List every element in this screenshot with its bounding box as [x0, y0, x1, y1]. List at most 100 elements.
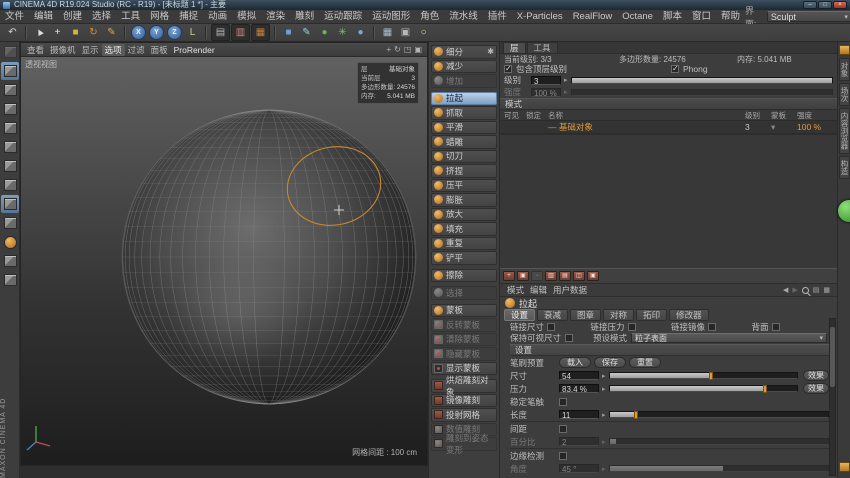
spline-pen-icon[interactable]: ✎ — [298, 25, 315, 40]
dock-icon-bottom[interactable] — [839, 462, 850, 472]
back-icon[interactable]: ◀ — [783, 286, 788, 294]
menu-item-捕捉[interactable]: 捕捉 — [174, 10, 203, 23]
zoom-icon[interactable]: ◳ — [404, 44, 412, 56]
slider-knob[interactable] — [634, 411, 638, 419]
dock-tab-内容浏览器[interactable]: 内容浏览器 — [839, 108, 850, 154]
param-value[interactable]: 83.4 % — [559, 384, 599, 393]
render-settings-icon[interactable]: ▦ — [251, 24, 270, 41]
menu-item-Octane[interactable]: Octane — [617, 10, 658, 23]
menu-item-渲染[interactable]: 渲染 — [261, 10, 290, 23]
stepper-icon[interactable]: ▸ — [564, 76, 568, 84]
viewport-solo[interactable] — [1, 214, 19, 232]
model-mode[interactable] — [1, 62, 19, 80]
viewport-menu-ProRender[interactable]: ProRender — [171, 44, 218, 56]
enable-snap[interactable] — [1, 195, 19, 213]
workplane-mode[interactable] — [1, 100, 19, 118]
polygons-mode[interactable] — [1, 157, 19, 175]
param-value[interactable]: 11 — [559, 410, 599, 419]
param-value[interactable]: 54 — [559, 371, 599, 380]
link-checkbox[interactable] — [772, 323, 780, 331]
subdivision-surface-icon[interactable]: ● — [316, 25, 333, 40]
menu-item-文件[interactable]: 文件 — [0, 10, 29, 23]
menu-item-模拟[interactable]: 模拟 — [232, 10, 261, 23]
workplane-icon[interactable]: L — [184, 25, 201, 40]
sculpt-tool-填充[interactable]: 填充 — [431, 222, 497, 236]
sculpt-tool-放大[interactable]: 放大 — [431, 208, 497, 222]
menu-item-插件[interactable]: 插件 — [483, 10, 512, 23]
filter-icon[interactable]: ▤ — [813, 286, 820, 294]
scrollbar-thumb[interactable] — [830, 327, 835, 387]
attr-menu-编辑[interactable]: 编辑 — [527, 284, 550, 296]
dock-tab-构造[interactable]: 构造 — [839, 156, 850, 179]
flatten-layer-icon[interactable]: ◫ — [573, 271, 585, 281]
menu-item-编辑[interactable]: 编辑 — [29, 10, 58, 23]
menu-item-运动图形[interactable]: 运动图形 — [367, 10, 415, 23]
param-slider[interactable] — [609, 385, 798, 392]
slider-knob[interactable] — [709, 372, 713, 380]
layer-name[interactable]: — 基础对象 — [548, 121, 745, 133]
sculpt-tool-擦除[interactable]: 擦除 — [431, 269, 497, 283]
sculpt-tool-烘焙雕刻对象[interactable]: 烘焙雕刻对象 — [431, 379, 497, 393]
sculpt-tool-挤捏[interactable]: 挤捏 — [431, 164, 497, 178]
sculpt-tool-增加[interactable]: 增加 — [431, 74, 497, 88]
pan-icon[interactable]: + — [387, 44, 392, 56]
mograph-icon[interactable]: ✳ — [334, 25, 351, 40]
layer-list-empty-area[interactable] — [500, 134, 837, 268]
brush-tab-对称[interactable]: 对称 — [603, 309, 634, 321]
menu-item-选择[interactable]: 选择 — [87, 10, 116, 23]
duplicate-layer-icon[interactable]: ▥ — [545, 271, 557, 281]
scrollbar[interactable] — [829, 318, 836, 476]
attr-menu-模式[interactable]: 模式 — [504, 284, 527, 296]
render-picture-icon[interactable]: ▥ — [231, 24, 250, 41]
attr-menu-用户数据[interactable]: 用户数据 — [550, 284, 590, 296]
sculpt-tool-雕刻到姿态变形[interactable]: 雕刻到姿态变形 — [431, 437, 497, 451]
param-checkbox[interactable] — [559, 425, 567, 433]
button-重置[interactable]: 重置 — [629, 357, 661, 368]
lock-x-icon[interactable]: X — [131, 25, 146, 40]
param-checkbox[interactable] — [559, 398, 567, 406]
sculpt-tool-抓取[interactable]: 抓取 — [431, 106, 497, 120]
brush-tab-图章[interactable]: 图章 — [570, 309, 601, 321]
stepper-icon[interactable]: ▸ — [602, 372, 606, 380]
layer-options-icon[interactable]: ▣ — [587, 271, 599, 281]
menu-item-帮助[interactable]: 帮助 — [716, 10, 745, 23]
menu-item-角色[interactable]: 角色 — [415, 10, 444, 23]
tab-tools[interactable]: 工具 — [527, 42, 558, 53]
options-icon[interactable]: ▦ — [823, 286, 830, 294]
brush-tab-设置[interactable]: 设置 — [504, 309, 535, 321]
sculpt-tool-投射网格[interactable]: 投射网格 — [431, 408, 497, 422]
sculpt-tool-细分[interactable]: 细分✱ — [431, 45, 497, 59]
sculpt-tool-切刀[interactable]: 切刀 — [431, 150, 497, 164]
delete-layer-icon[interactable]: − — [531, 271, 543, 281]
menu-item-窗口[interactable]: 窗口 — [687, 10, 716, 23]
lock-y-icon[interactable]: Y — [149, 25, 164, 40]
tab-layers[interactable]: 层 — [503, 42, 526, 53]
search-icon[interactable] — [802, 287, 809, 294]
sculpt-sphere[interactable] — [21, 57, 428, 466]
workplane-align[interactable] — [1, 271, 19, 289]
sculpt-tool-减少[interactable]: 减少 — [431, 60, 497, 74]
make-editable-mode[interactable] — [1, 43, 19, 61]
interface-dropdown[interactable]: Sculpt ▾ — [767, 11, 850, 22]
points-mode[interactable] — [1, 119, 19, 137]
viewport-menu-摄像机[interactable]: 摄像机 — [47, 44, 79, 56]
lock-workplane[interactable] — [1, 252, 19, 270]
floor-icon[interactable]: ▦ — [379, 25, 396, 40]
camera-icon[interactable]: ▣ — [397, 25, 414, 40]
menu-item-X-Particles[interactable]: X-Particles — [512, 10, 568, 23]
sculpt-brush-mode[interactable] — [1, 233, 19, 251]
rotate-icon[interactable]: ↻ — [85, 25, 102, 40]
button-保存[interactable]: 保存 — [594, 357, 626, 368]
viewport-menu-选项[interactable]: 选项 — [102, 44, 125, 56]
dock-icon-top[interactable] — [839, 45, 850, 55]
sculpt-tool-重复[interactable]: 重复 — [431, 237, 497, 251]
brush-icon[interactable]: ✎ — [103, 25, 120, 40]
sculpt-tool-隐藏蒙板[interactable]: 隐藏蒙板 — [431, 347, 497, 361]
stepper-icon[interactable]: ▸ — [602, 385, 606, 393]
sculpt-tool-反转蒙板[interactable]: 反转蒙板 — [431, 318, 497, 332]
button-载入[interactable]: 载入 — [559, 357, 591, 368]
menu-item-RealFlow[interactable]: RealFlow — [568, 10, 618, 23]
link-checkbox[interactable] — [708, 323, 716, 331]
level-value[interactable]: 3 — [531, 76, 561, 85]
menu-item-工具[interactable]: 工具 — [116, 10, 145, 23]
